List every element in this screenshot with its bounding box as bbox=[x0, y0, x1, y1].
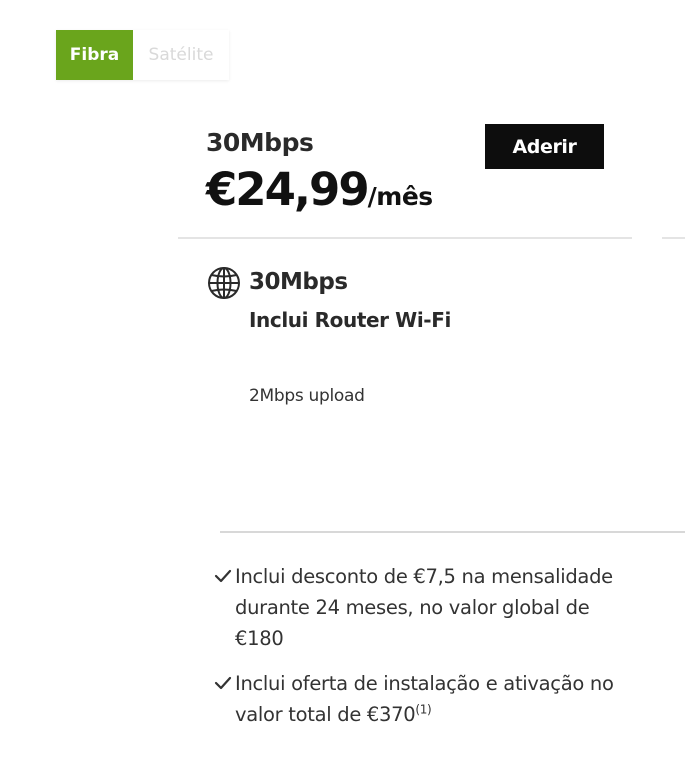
price-period: /mês bbox=[367, 182, 434, 211]
check-icon bbox=[214, 676, 232, 690]
benefits-list: Inclui desconto de €7,5 na mensalidade d… bbox=[214, 561, 634, 744]
benefit-text: Inclui oferta de instalação e ativação n… bbox=[235, 672, 614, 726]
benefit-item: Inclui desconto de €7,5 na mensalidade d… bbox=[214, 561, 634, 654]
plan-price: €24,99/mês bbox=[206, 163, 433, 216]
feature-router: Inclui Router Wi-Fi bbox=[249, 308, 451, 332]
price-amount: €24,99 bbox=[206, 163, 370, 216]
divider bbox=[220, 531, 685, 533]
footnote-marker[interactable]: (1) bbox=[415, 703, 431, 717]
technology-tabs: Fibra Satélite bbox=[56, 30, 229, 80]
tab-satelite[interactable]: Satélite bbox=[133, 30, 229, 80]
plan-speed-title: 30Mbps bbox=[206, 128, 314, 157]
benefit-text: Inclui desconto de €7,5 na mensalidade d… bbox=[235, 565, 613, 650]
globe-icon bbox=[208, 267, 240, 299]
feature-upload: 2Mbps upload bbox=[249, 386, 365, 406]
benefit-item: Inclui oferta de instalação e ativação n… bbox=[214, 668, 634, 730]
feature-speed: 30Mbps bbox=[249, 269, 348, 295]
tab-fibra[interactable]: Fibra bbox=[56, 30, 133, 80]
check-icon bbox=[214, 569, 232, 583]
divider bbox=[662, 237, 685, 239]
divider bbox=[178, 237, 632, 239]
join-button[interactable]: Aderir bbox=[485, 124, 604, 169]
